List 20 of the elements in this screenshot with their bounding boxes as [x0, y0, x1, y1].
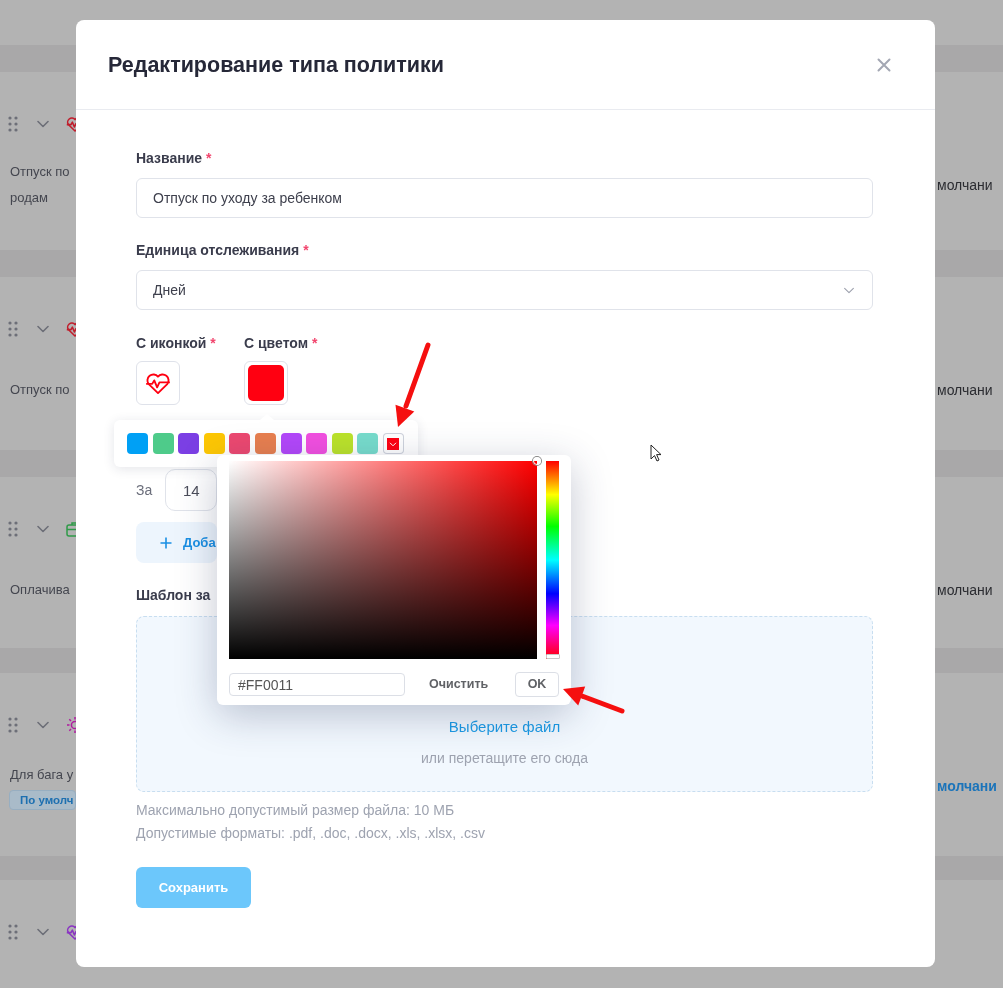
policy-name: Отпуск по [10, 381, 70, 399]
field-label: С цветом * [244, 334, 318, 353]
default-label: молчани [936, 580, 994, 600]
save-button: Сохранить [136, 867, 251, 908]
default-label: молчани [936, 175, 994, 195]
policy-name: Отпуск по родам [10, 163, 70, 207]
upload-note: Максимально допустимый размер файла: 10 МБ [136, 801, 455, 820]
modal-title: Редактирование типа политики [108, 51, 444, 79]
field-label: С иконкой * [136, 334, 216, 353]
upload-note: Допустимые форматы: .pdf, .doc, .docx, .xls, .xlsx, .csv [136, 824, 485, 843]
period-label: За [136, 480, 154, 500]
default-label: молчани [936, 776, 998, 796]
policy-name: Оплачива [10, 581, 70, 599]
field-label: Название * [136, 149, 212, 168]
field-label: Шаблон за [136, 586, 211, 605]
default-label: молчани [936, 380, 994, 400]
drop-hint: или перетащите его сюда [421, 749, 588, 768]
field-label: Единица отслеживания * [136, 241, 309, 260]
default-badge: По умолч [9, 790, 76, 810]
policy-name: Для бага у [10, 766, 74, 784]
